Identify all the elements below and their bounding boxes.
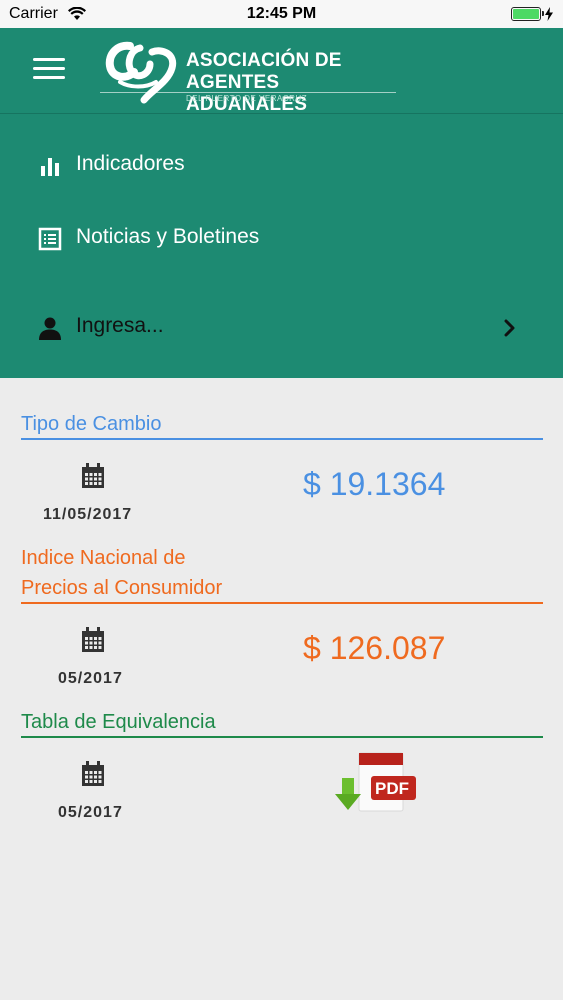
user-icon: [39, 317, 61, 340]
association-logo: ASOCIACIÓN DE AGENTES ADUANALES DEL PUER…: [100, 38, 400, 115]
bar-chart-icon: [41, 158, 59, 176]
status-bar: Carrier 12:45 PM: [0, 0, 563, 28]
section-title-tipo-cambio: Tipo de Cambio: [21, 413, 162, 435]
menu-item-ingresa[interactable]: Ingresa...: [0, 300, 563, 356]
battery-level-fill: [513, 9, 539, 19]
inpc-date: 05/2017: [58, 670, 123, 687]
section-divider: [21, 736, 543, 738]
side-menu: Indicadores Noticias y Boletines Ingresa…: [0, 114, 563, 378]
menu-item-noticias[interactable]: Noticias y Boletines: [0, 211, 563, 267]
logo-text-line1: ASOCIACIÓN DE: [186, 50, 342, 71]
logo-text-line3: DEL PUERTO DE VERACRUZ: [186, 94, 308, 103]
logo-divider: [100, 92, 396, 93]
section-title-inpc-line2: Precios al Consumidor: [21, 577, 223, 599]
inpc-value: $ 126.087: [303, 630, 446, 666]
exchange-rate-date: 11/05/2017: [43, 506, 133, 523]
charging-bolt-icon: [545, 7, 553, 21]
equivalencia-date: 05/2017: [58, 804, 123, 821]
menu-item-label: Indicadores: [76, 152, 185, 175]
calendar-icon: [82, 627, 104, 652]
pdf-label: PDF: [375, 779, 409, 798]
aaa-logo-mark-icon: [105, 41, 177, 104]
section-title-equivalencia: Tabla de Equivalencia: [21, 711, 216, 733]
indicators-panel: Tipo de Cambio 11/05/2017 $ 19.1364 Indi…: [0, 378, 563, 1000]
battery-indicator: [511, 7, 553, 21]
section-title-inpc-line1: Indice Nacional de: [21, 547, 186, 569]
menu-item-label: Ingresa...: [76, 314, 164, 337]
pdf-download-button[interactable]: PDF: [333, 750, 419, 816]
menu-item-indicadores[interactable]: Indicadores: [0, 138, 563, 194]
calendar-icon: [82, 463, 104, 488]
exchange-rate-value: $ 19.1364: [303, 466, 446, 502]
menu-item-label: Noticias y Boletines: [76, 225, 260, 248]
section-divider: [21, 602, 543, 604]
chevron-right-icon: [504, 319, 515, 337]
app-header: ASOCIACIÓN DE AGENTES ADUANALES DEL PUER…: [0, 28, 563, 115]
calendar-icon: [82, 761, 104, 786]
battery-icon: [511, 7, 544, 21]
list-icon: [38, 227, 62, 251]
hamburger-icon[interactable]: [33, 58, 65, 82]
section-divider: [21, 438, 543, 440]
clock: 12:45 PM: [246, 5, 317, 22]
